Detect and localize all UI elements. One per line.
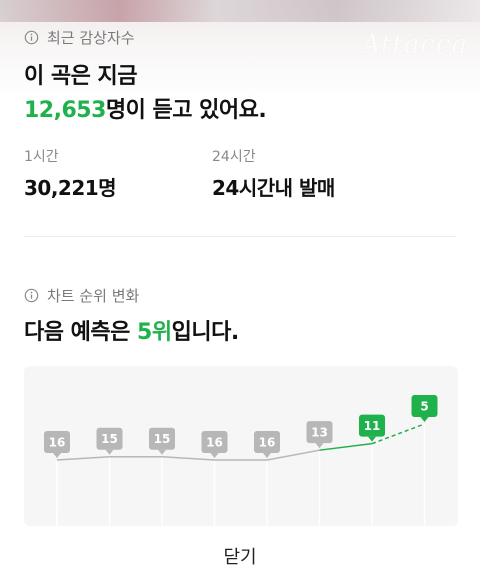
chart-header: 차트 순위 변화 <box>24 285 139 306</box>
prediction-prefix: 다음 예측은 <box>24 320 138 345</box>
album-watermark: Attacca <box>361 30 468 60</box>
rank-label: 16 <box>259 436 276 450</box>
rank-badge-pointer <box>105 449 114 455</box>
current-listener-count: 12,653 <box>24 98 106 123</box>
listeners-headline-suffix: 명이 듣고 있어요. <box>105 98 267 123</box>
close-button[interactable]: 닫기 <box>0 530 480 581</box>
rank-label: 5 <box>420 400 428 414</box>
prediction-suffix: 입니다. <box>171 320 240 345</box>
stat-1h-label: 1시간 <box>24 149 59 165</box>
listeners-headline-line2: 12,653명이 듣고 있어요. <box>24 92 267 124</box>
rank-badge-pointer <box>53 453 61 458</box>
rank-badge-pointer <box>158 449 166 455</box>
prediction-headline: 다음 예측은 5위입니다. <box>24 314 239 346</box>
prediction-rank: 5위 <box>137 320 172 345</box>
listeners-header-label: 최근 감상자수 <box>47 29 135 47</box>
info-icon[interactable] <box>24 30 39 45</box>
listeners-headline-line1: 이 곡은 지금 <box>24 64 138 89</box>
rank-label: 16 <box>49 436 66 450</box>
rank-chart-svg: 16 15 15 16 16 13 11 5 <box>44 395 438 526</box>
rank-label: 16 <box>206 436 223 450</box>
rank-badge-pointer <box>420 417 429 422</box>
rank-line-segment <box>319 442 373 451</box>
rank-label: 13 <box>311 426 328 440</box>
stat-24h-value: 24시간내 발매 <box>212 176 335 200</box>
rank-chart: 16 15 15 16 16 13 11 5 <box>24 366 458 526</box>
chart-header-label: 차트 순위 변화 <box>47 287 140 305</box>
info-icon[interactable] <box>24 288 39 303</box>
listeners-header: 최근 감상자수 <box>24 27 135 48</box>
section-divider <box>24 236 456 237</box>
stat-1h-value: 30,221명 <box>24 176 117 200</box>
stat-24h-label: 24시간 <box>212 149 256 165</box>
rank-label: 15 <box>101 432 118 446</box>
rank-badge-pointer <box>368 436 376 442</box>
rank-badge-pointer <box>210 453 219 458</box>
rank-badge-pointer <box>263 453 271 458</box>
rank-label: 11 <box>364 419 381 433</box>
rank-line-segment <box>56 455 110 461</box>
rank-badge-pointer <box>315 443 324 449</box>
rank-label: 15 <box>154 432 171 446</box>
rank-line-segment <box>161 455 215 461</box>
